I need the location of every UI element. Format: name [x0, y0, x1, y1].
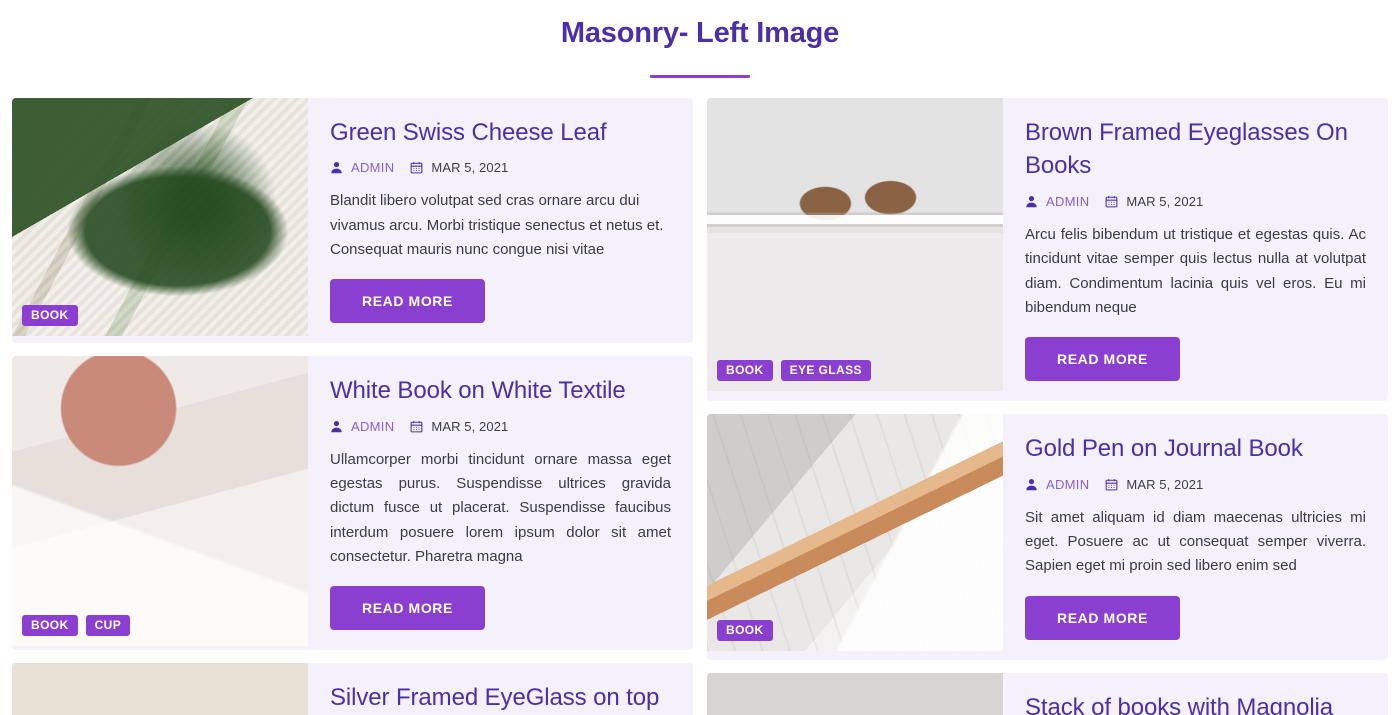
- read-more-button[interactable]: READ MORE: [1025, 337, 1180, 382]
- user-icon: [1025, 478, 1038, 491]
- post-excerpt: Arcu felis bibendum ut tristique et eges…: [1025, 225, 1366, 316]
- user-icon: [330, 420, 343, 433]
- tag-list: BOOK: [22, 304, 78, 326]
- tag-chip[interactable]: BOOK: [717, 620, 773, 642]
- post-card[interactable]: BOOK Gold Pen on Journal Book ADMIN MAR …: [707, 414, 1388, 660]
- post-content: White Book on White Textile ADMIN MAR 5,…: [308, 356, 693, 650]
- post-title[interactable]: Green Swiss Cheese Leaf: [330, 116, 671, 150]
- post-excerpt: Sit amet aliquam id diam maecenas ultric…: [1025, 508, 1366, 575]
- post-title[interactable]: Stack of books with Magnolia flowers on …: [1025, 691, 1366, 715]
- masonry-grid: BOOK Green Swiss Cheese Leaf ADMIN MAR 5…: [0, 97, 1400, 715]
- tag-chip[interactable]: BOOK: [717, 359, 773, 381]
- post-card[interactable]: BOOK EYE GLASS Brown Framed Eyeglasses O…: [707, 97, 1388, 402]
- tag-chip[interactable]: BOOK: [22, 304, 78, 326]
- post-title[interactable]: Silver Framed EyeGlass on top of Open Bo…: [330, 681, 671, 715]
- post-date: MAR 5, 2021: [1126, 476, 1204, 492]
- tag-list: BOOK EYE GLASS: [717, 359, 871, 381]
- post-title[interactable]: Gold Pen on Journal Book: [1025, 432, 1366, 466]
- tag-list: BOOK: [717, 620, 773, 642]
- post-thumbnail[interactable]: BOOK: [12, 97, 308, 336]
- read-more-button[interactable]: READ MORE: [1025, 595, 1180, 640]
- calendar-icon: [410, 420, 423, 433]
- post-title[interactable]: White Book on White Textile: [330, 374, 671, 408]
- read-more-button[interactable]: READ MORE: [330, 279, 485, 324]
- post-author[interactable]: ADMIN: [1046, 477, 1089, 492]
- title-underline-rule: [650, 74, 750, 78]
- tag-chip[interactable]: BOOK: [22, 615, 78, 637]
- post-date: MAR 5, 2021: [431, 418, 509, 434]
- post-thumbnail[interactable]: [707, 672, 1003, 715]
- post-title[interactable]: Brown Framed Eyeglasses On Books: [1025, 116, 1366, 183]
- post-excerpt: Blandit libero volutpat sed cras ornare …: [330, 192, 664, 258]
- post-content: Brown Framed Eyeglasses On Books ADMIN M…: [1003, 98, 1388, 401]
- image-silver-framed-eyeglass: [12, 663, 308, 715]
- post-date: MAR 5, 2021: [1126, 193, 1204, 209]
- post-content: Gold Pen on Journal Book ADMIN MAR 5, 20…: [1003, 414, 1388, 659]
- post-meta: ADMIN MAR 5, 2021: [1025, 477, 1366, 492]
- post-meta: ADMIN MAR 5, 2021: [330, 419, 671, 434]
- tag-chip[interactable]: CUP: [85, 615, 131, 637]
- calendar-icon: [1105, 195, 1118, 208]
- image-green-swiss-cheese-leaf: [12, 97, 308, 336]
- post-content: Silver Framed EyeGlass on top of Open Bo…: [308, 663, 693, 715]
- calendar-icon: [410, 161, 423, 174]
- post-card[interactable]: Silver Framed EyeGlass on top of Open Bo…: [12, 663, 693, 715]
- masonry-column-1: BOOK Green Swiss Cheese Leaf ADMIN MAR 5…: [12, 97, 693, 715]
- image-brown-framed-eyeglasses: [707, 97, 1003, 391]
- image-white-book-on-white-textile: [12, 356, 308, 647]
- post-author[interactable]: ADMIN: [351, 419, 394, 434]
- tag-chip[interactable]: EYE GLASS: [780, 359, 871, 381]
- post-card[interactable]: BOOK CUP White Book on White Textile ADM…: [12, 356, 693, 651]
- read-more-button[interactable]: READ MORE: [330, 586, 485, 631]
- post-content: Green Swiss Cheese Leaf ADMIN MAR 5, 202…: [308, 98, 693, 343]
- post-excerpt: Ullamcorper morbi tincidunt ornare massa…: [330, 450, 671, 566]
- post-meta: ADMIN MAR 5, 2021: [330, 160, 671, 175]
- post-thumbnail[interactable]: BOOK CUP: [12, 356, 308, 647]
- user-icon: [330, 161, 343, 174]
- post-thumbnail[interactable]: BOOK: [707, 414, 1003, 652]
- page-header: Masonry- Left Image: [0, 0, 1400, 78]
- calendar-icon: [1105, 478, 1118, 491]
- image-gold-pen-on-journal: [707, 414, 1003, 652]
- post-content: Stack of books with Magnolia flowers on …: [1003, 673, 1388, 715]
- post-card[interactable]: Stack of books with Magnolia flowers on …: [707, 672, 1388, 715]
- post-date: MAR 5, 2021: [431, 160, 509, 176]
- post-thumbnail[interactable]: [12, 663, 308, 715]
- post-author[interactable]: ADMIN: [351, 160, 394, 175]
- user-icon: [1025, 195, 1038, 208]
- post-card[interactable]: BOOK Green Swiss Cheese Leaf ADMIN MAR 5…: [12, 97, 693, 344]
- tag-list: BOOK CUP: [22, 615, 131, 637]
- masonry-column-2: BOOK EYE GLASS Brown Framed Eyeglasses O…: [707, 97, 1388, 715]
- image-stack-of-books-with-magnolia: [707, 672, 1003, 715]
- post-thumbnail[interactable]: BOOK EYE GLASS: [707, 97, 1003, 391]
- masonry-blog-page: Masonry- Left Image BOOK Green Swiss Che…: [0, 0, 1400, 715]
- post-meta: ADMIN MAR 5, 2021: [1025, 194, 1366, 209]
- page-title: Masonry- Left Image: [560, 17, 840, 49]
- post-author[interactable]: ADMIN: [1046, 194, 1089, 209]
